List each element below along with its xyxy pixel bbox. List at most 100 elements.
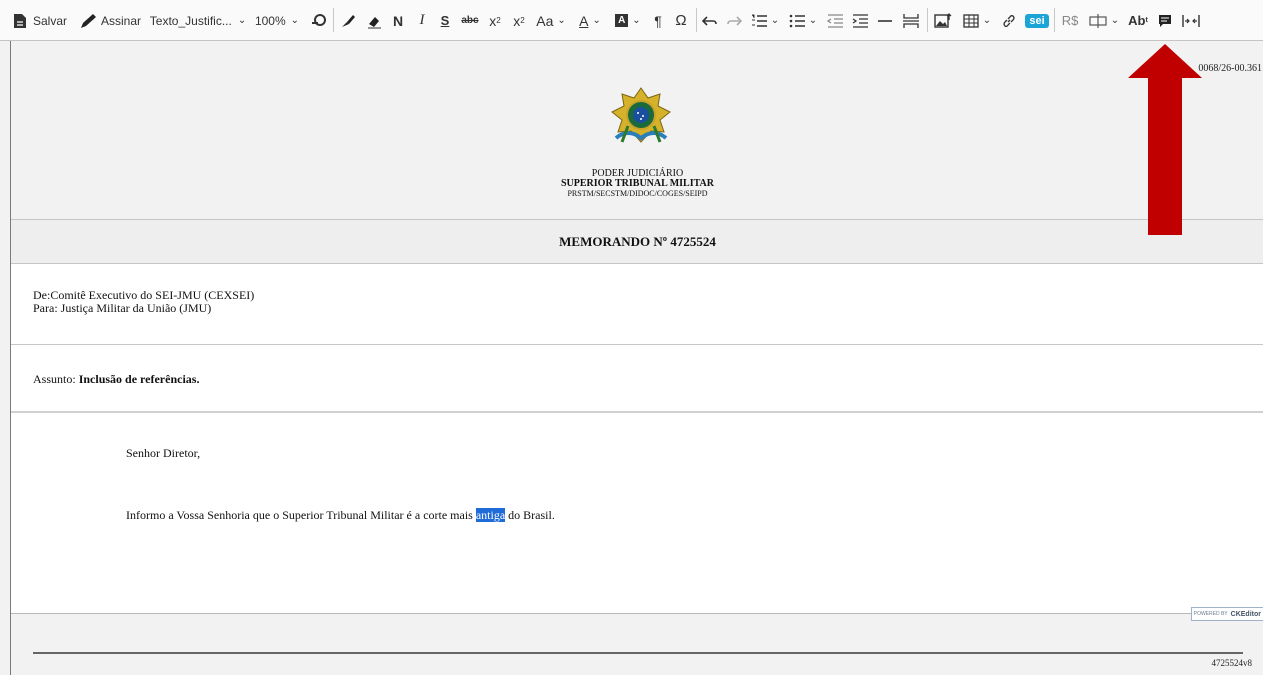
style-dropdown[interactable]: Texto_Justific... ⌄ [150,0,246,41]
table-dropdown[interactable]: ⌄ [959,0,995,41]
red-arrow-annotation [1128,44,1202,235]
style-label: Texto_Justific... [149,13,232,28]
toolbar-separator [333,8,334,32]
undo-icon [702,15,717,26]
sei-link-button[interactable]: sei [1023,0,1051,41]
background-color-dropdown[interactable]: A ⌄ [613,0,643,41]
outdent-icon [827,13,843,28]
zoom-dropdown[interactable]: 100% ⌄ [254,0,300,41]
special-characters-button[interactable]: Ω [671,0,691,41]
redo-button[interactable] [723,0,745,41]
format-painter-icon [342,14,355,27]
zoom-label: 100% [254,13,286,28]
superscript-x: x [513,12,521,29]
font-size-label: Aa [536,12,554,29]
toolbar-separator [1054,8,1055,32]
superscript-button[interactable]: x2 [509,0,529,41]
font-color-dropdown[interactable]: A ⌄ [575,0,605,41]
toolbar-separator [927,8,928,32]
toolbar-separator [696,8,697,32]
currency-button[interactable]: R$ [1058,0,1082,41]
sign-label: Assinar [100,13,141,28]
save-button[interactable]: Salvar [8,0,72,41]
image-upload-button[interactable] [931,0,955,41]
body-text-after: do Brasil. [505,508,555,522]
chevron-down-icon: ⌄ [770,15,780,26]
show-blocks-button[interactable]: ¶ [649,0,667,41]
organization-block: PODER JUDICIÁRIO SUPERIOR TRIBUNAL MILIT… [11,169,1263,199]
eraser-button[interactable] [363,0,385,41]
sign-button[interactable]: Assinar [78,0,142,41]
subscript-button[interactable]: x2 [485,0,505,41]
bulleted-list-dropdown[interactable]: ⌄ [786,0,820,41]
org-line-2: SUPERIOR TRIBUNAL MILITAR [561,178,714,189]
chevron-down-icon: ⌄ [632,15,641,26]
bold-button[interactable]: N [389,0,407,41]
superscript-mark: 2 [520,16,525,25]
chevron-down-icon: ⌄ [237,15,247,26]
link-icon [1003,14,1015,27]
chevron-down-icon: ⌄ [808,15,818,26]
numbered-list-icon [751,14,767,27]
memo-body[interactable]: Senhor Diretor, Informo a Vossa Senhoria… [11,413,1263,613]
outdent-button[interactable] [824,0,846,41]
font-size-dropdown[interactable]: Aa ⌄ [533,0,569,41]
italic-button[interactable]: I [413,0,431,41]
indent-button[interactable] [849,0,871,41]
format-painter-button[interactable] [337,0,359,41]
selected-word[interactable]: antiga [475,508,506,522]
org-line-3: PRSTM/SECSTM/DIDOC/COGES/SEIPD [567,189,708,198]
chevron-down-icon: ⌄ [982,15,992,26]
subject-section: Assunto: Inclusão de referências. [11,345,1263,411]
document-save-icon [13,13,26,28]
pen-icon [80,13,96,28]
greeting: Senhor Diretor, [126,446,201,460]
subject-prefix: Assunto: [33,372,79,386]
font-color-label: A [579,12,589,29]
ckeditor-label: CKEditor [1230,610,1261,618]
horizontal-line-icon [878,19,892,22]
editor-toolbar: Salvar Assinar Texto_Justific... ⌄ 100% … [0,0,1263,41]
chevron-down-icon: ⌄ [1110,15,1120,26]
spacing-icon [1182,14,1200,27]
abbreviation-button[interactable]: Ab t [1126,0,1150,41]
ckeditor-badge[interactable]: POWERED BY CKEditor [1190,607,1263,621]
find-replace-icon [312,13,326,26]
subject-text: Inclusão de referências. [78,372,200,386]
document-version: 4725524v8 [1211,658,1253,668]
body-text-before: Informo a Vossa Senhoria que o Superior … [126,508,476,522]
page-break-icon [903,13,919,28]
document-code: 0068/26-00.361 [1198,63,1262,74]
body-paragraph[interactable]: Informo a Vossa Senhoria que o Superior … [126,508,555,523]
footer-rule [33,652,1243,654]
subscript-mark: 2 [496,16,501,25]
chevron-down-icon: ⌄ [557,15,566,26]
field-icon [1089,13,1107,28]
abbreviation-label: Ab [1128,13,1146,28]
redo-icon [727,15,742,26]
subject-line: Assunto: Inclusão de referências. [33,372,199,387]
coat-of-arms-icon [611,87,671,143]
save-label: Salvar [32,13,67,28]
comment-icon [1159,14,1171,27]
abbreviation-mark: t [1145,17,1148,24]
document-footer: POWERED BY CKEditor 4725524v8 [11,607,1263,675]
spacing-button[interactable] [1179,0,1203,41]
underline-button[interactable]: S [436,0,454,41]
undo-button[interactable] [699,0,721,41]
numbered-list-dropdown[interactable]: ⌄ [748,0,782,41]
strikethrough-button[interactable]: abc [459,0,481,41]
find-replace-button[interactable] [308,0,330,41]
chevron-down-icon: ⌄ [290,15,300,26]
page-break-button[interactable] [899,0,923,41]
eraser-icon [368,16,381,28]
bulleted-list-icon [789,14,805,27]
indent-icon [852,13,868,28]
comment-button[interactable] [1154,0,1176,41]
link-button[interactable] [999,0,1019,41]
bg-color-label: A [615,14,629,27]
document-editor[interactable]: 0068/26-00.361 PODER JUDICIÁRIO SUPERIOR… [10,41,1263,675]
field-dropdown[interactable]: ⌄ [1086,0,1122,41]
memo-title: MEMORANDO Nº 4725524 [11,220,1263,263]
horizontal-line-button[interactable] [874,0,896,41]
